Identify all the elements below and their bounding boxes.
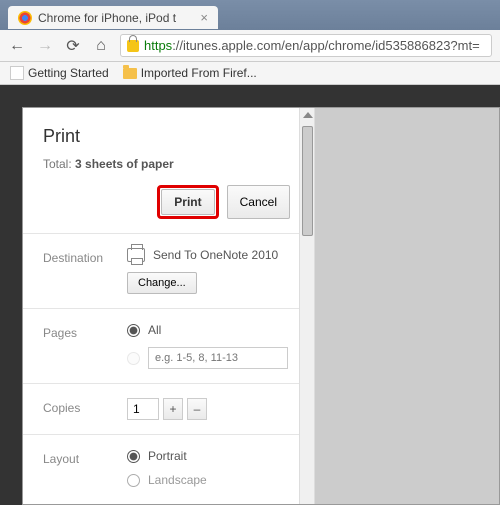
pages-all-radio[interactable]	[127, 324, 140, 337]
panel-scrollbar[interactable]	[299, 108, 314, 504]
bookmark-label: Imported From Firef...	[141, 66, 257, 80]
page-area: Print Total: 3 sheets of paper Print Can…	[0, 85, 500, 505]
page-icon	[10, 66, 24, 80]
cancel-button[interactable]: Cancel	[227, 185, 290, 219]
total-prefix: Total:	[43, 157, 75, 171]
bookmark-bar: Getting Started Imported From Firef...	[0, 62, 500, 85]
pages-label: Pages	[43, 323, 113, 340]
layout-landscape-label: Landscape	[148, 473, 207, 487]
print-total: Total: 3 sheets of paper	[23, 157, 314, 185]
copies-label: Copies	[43, 398, 113, 415]
folder-icon	[123, 68, 137, 79]
print-actions: Print Cancel	[23, 185, 314, 233]
home-button[interactable]: ⌂	[92, 37, 110, 55]
url-scheme: https	[144, 38, 172, 53]
scroll-up-icon	[303, 112, 313, 118]
browser-chrome: Chrome for iPhone, iPod t × ← → ⟳ ⌂ http…	[0, 0, 500, 85]
layout-portrait-radio[interactable]	[127, 450, 140, 463]
change-destination-button[interactable]: Change...	[127, 272, 197, 294]
scroll-thumb[interactable]	[302, 126, 313, 236]
tab-title: Chrome for iPhone, iPod t	[38, 11, 176, 25]
copies-input[interactable]	[127, 398, 159, 420]
bookmark-getting-started[interactable]: Getting Started	[10, 66, 109, 80]
total-value: 3 sheets of paper	[75, 157, 174, 171]
bookmark-imported-folder[interactable]: Imported From Firef...	[123, 66, 257, 80]
destination-label: Destination	[43, 248, 113, 265]
printer-icon	[127, 248, 145, 262]
layout-landscape-radio[interactable]	[127, 474, 140, 487]
nav-bar: ← → ⟳ ⌂ https://itunes.apple.com/en/app/…	[0, 30, 500, 62]
bookmark-label: Getting Started	[28, 66, 109, 80]
print-settings-panel: Print Total: 3 sheets of paper Print Can…	[23, 108, 315, 504]
reload-button[interactable]: ⟳	[64, 36, 82, 56]
pages-range-input[interactable]	[148, 347, 288, 369]
print-preview-pane	[315, 108, 499, 504]
pages-range-radio[interactable]	[127, 352, 140, 365]
close-icon[interactable]: ×	[200, 10, 208, 25]
back-button[interactable]: ←	[8, 37, 26, 55]
destination-value: Send To OneNote 2010	[153, 248, 278, 262]
layout-portrait-label: Portrait	[148, 449, 187, 463]
copies-section: Copies + –	[23, 383, 314, 434]
destination-section: Destination Send To OneNote 2010 Change.…	[23, 233, 314, 308]
layout-label: Layout	[43, 449, 113, 466]
copies-increment-button[interactable]: +	[163, 398, 183, 420]
lock-icon	[127, 40, 139, 52]
print-title: Print	[43, 126, 294, 147]
url-path: ://itunes.apple.com/en/app/chrome/id5358…	[172, 38, 480, 53]
print-dialog: Print Total: 3 sheets of paper Print Can…	[22, 107, 500, 505]
tab-bar: Chrome for iPhone, iPod t ×	[0, 0, 500, 30]
pages-all-label: All	[148, 323, 161, 337]
callout-highlight: Print	[157, 185, 218, 219]
browser-tab[interactable]: Chrome for iPhone, iPod t ×	[8, 6, 218, 29]
copies-decrement-button[interactable]: –	[187, 398, 207, 420]
layout-section: Layout Portrait Landscape	[23, 434, 314, 501]
forward-button: →	[36, 37, 54, 55]
print-button[interactable]: Print	[161, 189, 214, 215]
pages-section: Pages All	[23, 308, 314, 383]
chrome-favicon-icon	[18, 11, 32, 25]
address-bar[interactable]: https://itunes.apple.com/en/app/chrome/i…	[120, 34, 492, 57]
